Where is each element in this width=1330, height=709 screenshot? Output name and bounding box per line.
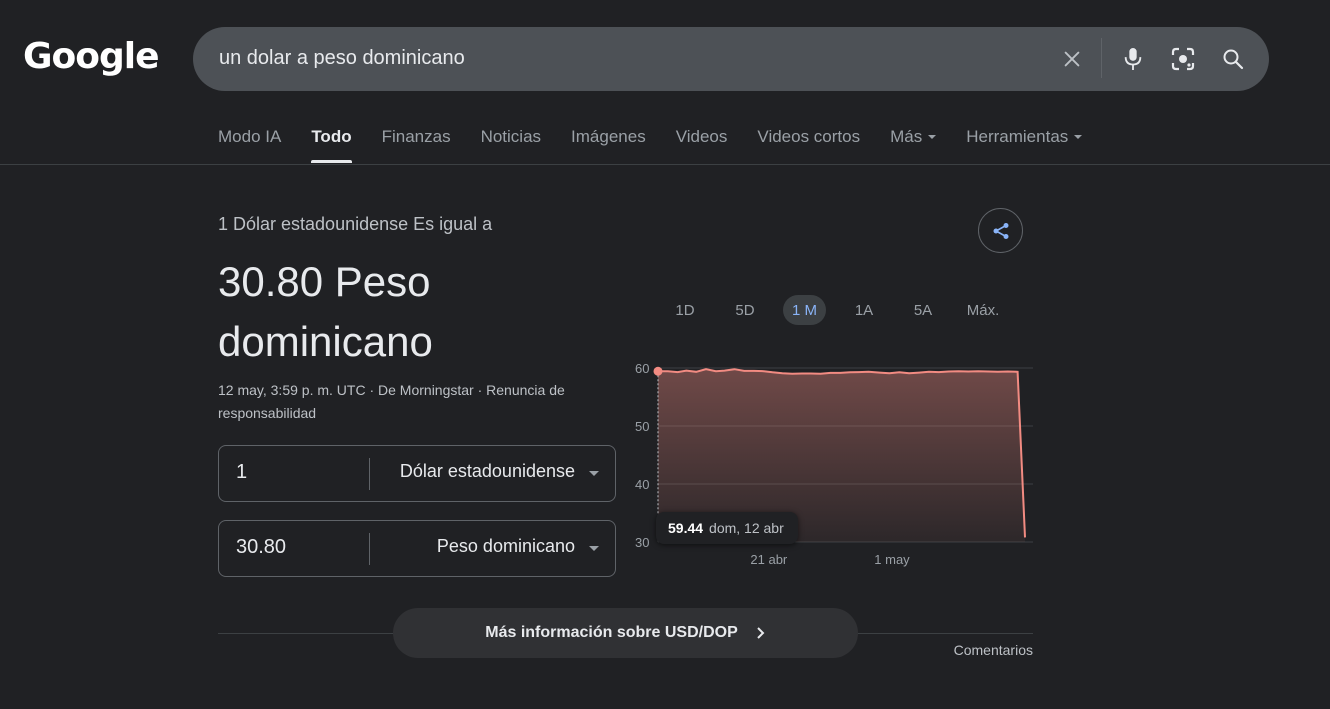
caret-down-icon <box>928 135 937 139</box>
chart-hover-point[interactable] <box>653 366 663 376</box>
range-max[interactable]: Máx. <box>960 295 1006 325</box>
chart-tooltip: 59.44 dom, 12 abr <box>656 512 798 544</box>
search-tabs: Modo IA Todo Finanzas Noticias Imágenes … <box>218 127 1112 163</box>
tooltip-date: dom, 12 abr <box>709 520 784 536</box>
y-tick-label: 60 <box>635 361 649 376</box>
tab-label: Videos cortos <box>757 127 861 146</box>
close-icon[interactable] <box>1058 45 1086 73</box>
conversion-lead: 1 Dólar estadounidense Es igual a <box>218 214 493 234</box>
tabs-divider <box>0 164 1330 165</box>
tab-imagenes[interactable]: Imágenes <box>571 127 646 163</box>
caret-down-icon[interactable] <box>589 546 599 551</box>
tab-mas[interactable]: Más <box>890 127 937 163</box>
tab-videos[interactable]: Videos <box>676 127 728 163</box>
tab-label: Más <box>890 127 923 146</box>
x-tick-label: 1 may <box>874 552 910 567</box>
field-divider <box>369 533 370 565</box>
tab-modo-ia[interactable]: Modo IA <box>218 127 281 163</box>
to-currency-row: 30.80 Peso dominicano <box>218 520 616 577</box>
y-tick-label: 50 <box>635 419 649 434</box>
x-tick-label: 21 abr <box>750 552 788 567</box>
tab-label: Todo <box>311 127 352 146</box>
google-logo[interactable]: Google <box>23 36 160 77</box>
tab-videos-cortos[interactable]: Videos cortos <box>757 127 860 163</box>
to-currency-select[interactable]: Peso dominicano <box>437 536 575 557</box>
search-input[interactable]: un dolar a peso dominicano <box>219 47 465 70</box>
tab-label: Imágenes <box>571 127 646 146</box>
feedback-link[interactable]: Comentarios <box>954 642 1033 658</box>
caret-down-icon[interactable] <box>589 471 599 476</box>
caret-down-icon <box>1074 135 1083 139</box>
from-currency-select[interactable]: Dólar estadounidense <box>400 461 575 482</box>
tab-todo[interactable]: Todo <box>311 127 352 163</box>
chart-y-ticks: 60 50 40 30 <box>635 361 649 550</box>
y-tick-label: 40 <box>635 477 649 492</box>
search-icon[interactable] <box>1219 45 1247 73</box>
tab-label: Modo IA <box>218 127 282 146</box>
tooltip-value: 59.44 <box>668 520 704 536</box>
share-icon <box>993 222 1008 239</box>
exchange-rate-chart[interactable]: 60 50 40 30 21 abr 1 may <box>620 350 1040 580</box>
tab-label: Herramientas <box>966 127 1069 146</box>
range-1a[interactable]: 1A <box>842 295 886 325</box>
to-amount-input[interactable]: 30.80 <box>236 536 286 559</box>
tab-label: Noticias <box>480 127 542 146</box>
y-tick-label: 30 <box>635 535 649 550</box>
chevron-right-icon <box>756 626 766 640</box>
field-divider <box>369 458 370 490</box>
more-info-label: Más información sobre USD/DOP <box>485 624 738 641</box>
search-bar[interactable]: un dolar a peso dominicano <box>193 27 1269 91</box>
range-5a[interactable]: 5A <box>901 295 945 325</box>
tab-label: Videos <box>675 127 728 146</box>
microphone-icon[interactable] <box>1119 45 1147 73</box>
conversion-result: 30.80 Peso dominicano <box>218 258 433 365</box>
tab-herramientas[interactable]: Herramientas <box>966 127 1083 163</box>
tab-noticias[interactable]: Noticias <box>481 127 541 163</box>
range-1m[interactable]: 1 M <box>783 295 826 325</box>
range-1d[interactable]: 1D <box>663 295 707 325</box>
tab-label: Finanzas <box>381 127 451 146</box>
share-button[interactable] <box>978 208 1023 253</box>
chart-x-ticks: 21 abr 1 may <box>750 552 910 567</box>
tab-finanzas[interactable]: Finanzas <box>382 127 451 163</box>
lens-icon[interactable] <box>1169 45 1197 73</box>
more-info-button[interactable]: Más información sobre USD/DOP <box>393 608 858 658</box>
conversion-meta: 12 may, 3:59 p. m. UTC · De Morningstar … <box>218 382 565 421</box>
range-5d[interactable]: 5D <box>723 295 767 325</box>
from-currency-row: 1 Dólar estadounidense <box>218 445 616 502</box>
from-amount-input[interactable]: 1 <box>236 461 247 484</box>
search-divider <box>1101 38 1102 78</box>
